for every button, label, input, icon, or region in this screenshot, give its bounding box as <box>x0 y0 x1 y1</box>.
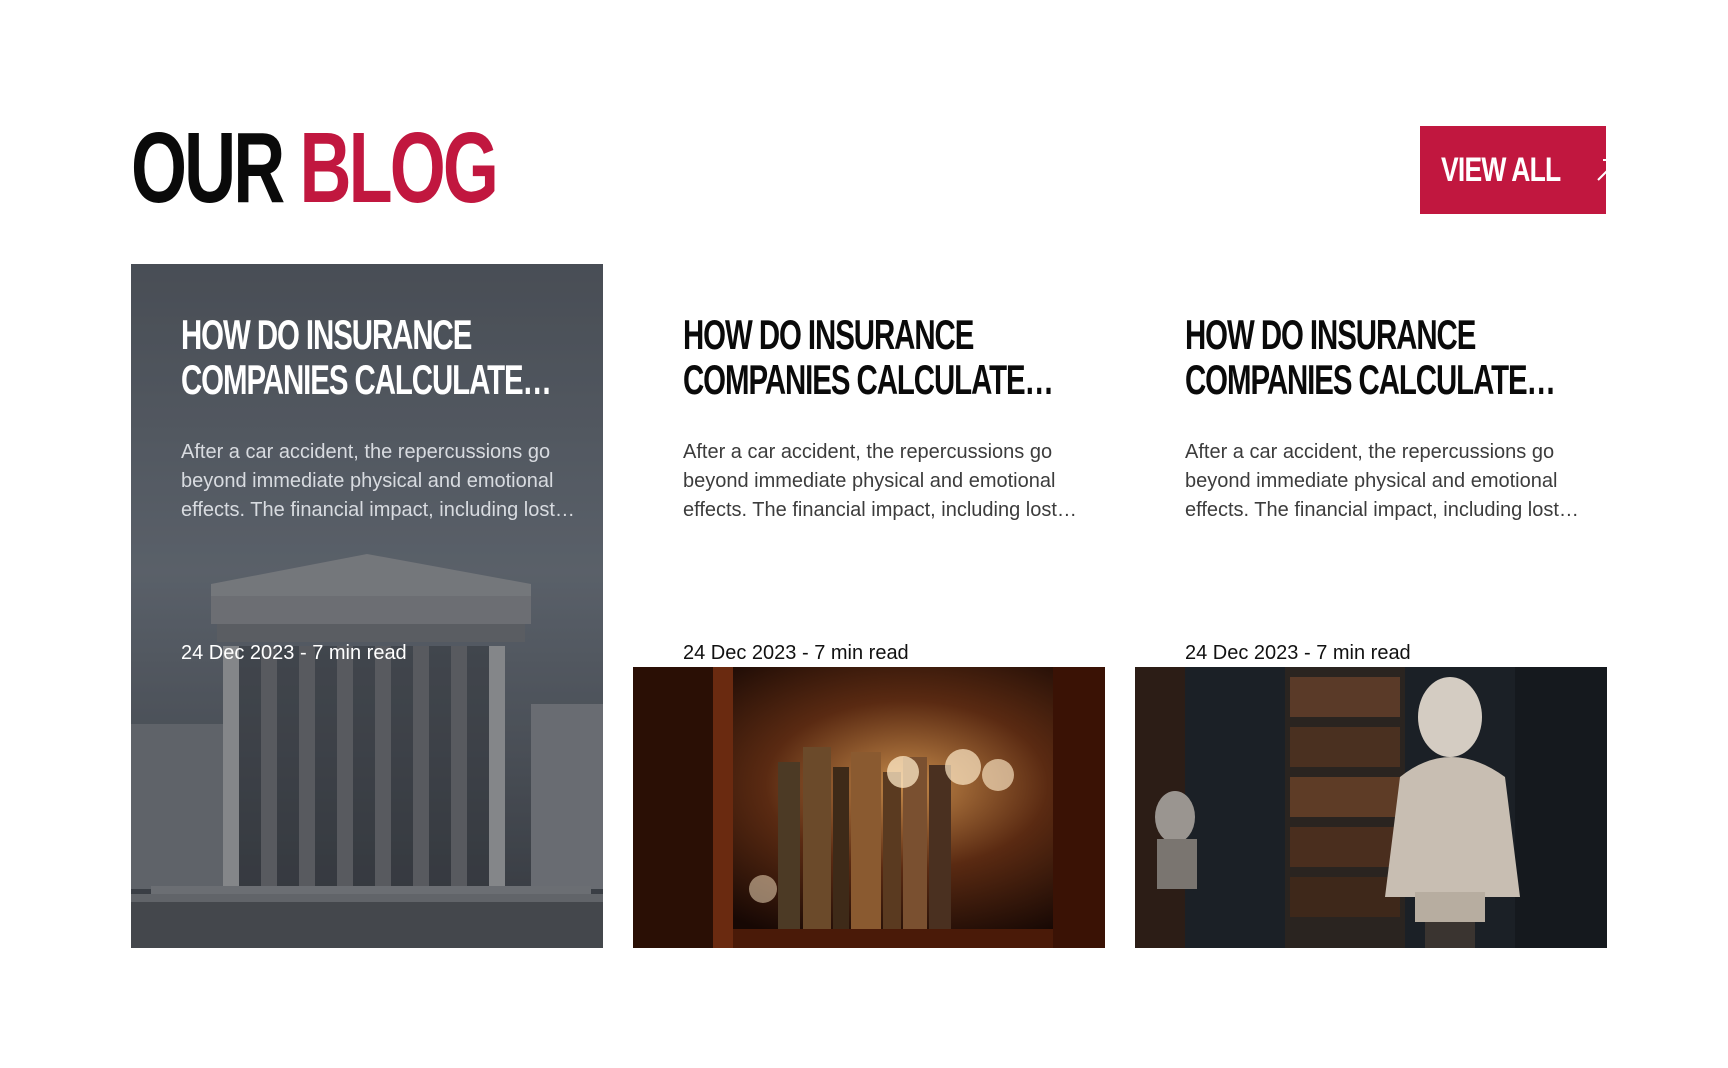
post-meta: 24 Dec 2023 - 7 min read <box>683 642 909 664</box>
section-title-word-our: OUR <box>131 112 285 224</box>
view-all-button[interactable]: VIEW ALL <box>1420 126 1620 214</box>
post-excerpt: After a car accident, the repercussions … <box>683 441 1057 521</box>
post-meta: 24 Dec 2023 - 7 min read <box>1185 642 1411 664</box>
post-title[interactable]: HOW DO INSURANCE COMPANIES CALCULATE LOS… <box>181 312 559 402</box>
post-title[interactable]: HOW DO INSURANCE COMPANIES CALCULATE LOS… <box>1185 312 1563 402</box>
card-text-area: HOW DO INSURANCE COMPANIES CALCULATE LOS… <box>1185 312 1585 664</box>
section-title: OUR BLOG <box>131 118 499 218</box>
blog-card[interactable]: HOW DO INSURANCE COMPANIES CALCULATE LOS… <box>1135 264 1607 948</box>
post-excerpt: After a car accident, the repercussions … <box>181 441 555 521</box>
post-excerpt: After a car accident, the repercussions … <box>1185 441 1559 521</box>
blog-card-featured[interactable]: HOW DO INSURANCE COMPANIES CALCULATE LOS… <box>131 264 603 948</box>
post-meta: 24 Dec 2023 - 7 min read <box>181 642 407 664</box>
post-title[interactable]: HOW DO INSURANCE COMPANIES CALCULATE LOS… <box>683 312 1061 402</box>
section-title-word-blog: BLOG <box>299 112 498 224</box>
view-all-label: VIEW ALL <box>1441 150 1561 189</box>
arrow-up-right-icon <box>1594 156 1622 184</box>
card-text-area: HOW DO INSURANCE COMPANIES CALCULATE LOS… <box>181 312 581 664</box>
library-bust-image <box>1135 667 1607 948</box>
card-text-area: HOW DO INSURANCE COMPANIES CALCULATE LOS… <box>683 312 1083 664</box>
bookshelf-image <box>633 667 1105 948</box>
blog-card[interactable]: HOW DO INSURANCE COMPANIES CALCULATE LOS… <box>633 264 1105 948</box>
